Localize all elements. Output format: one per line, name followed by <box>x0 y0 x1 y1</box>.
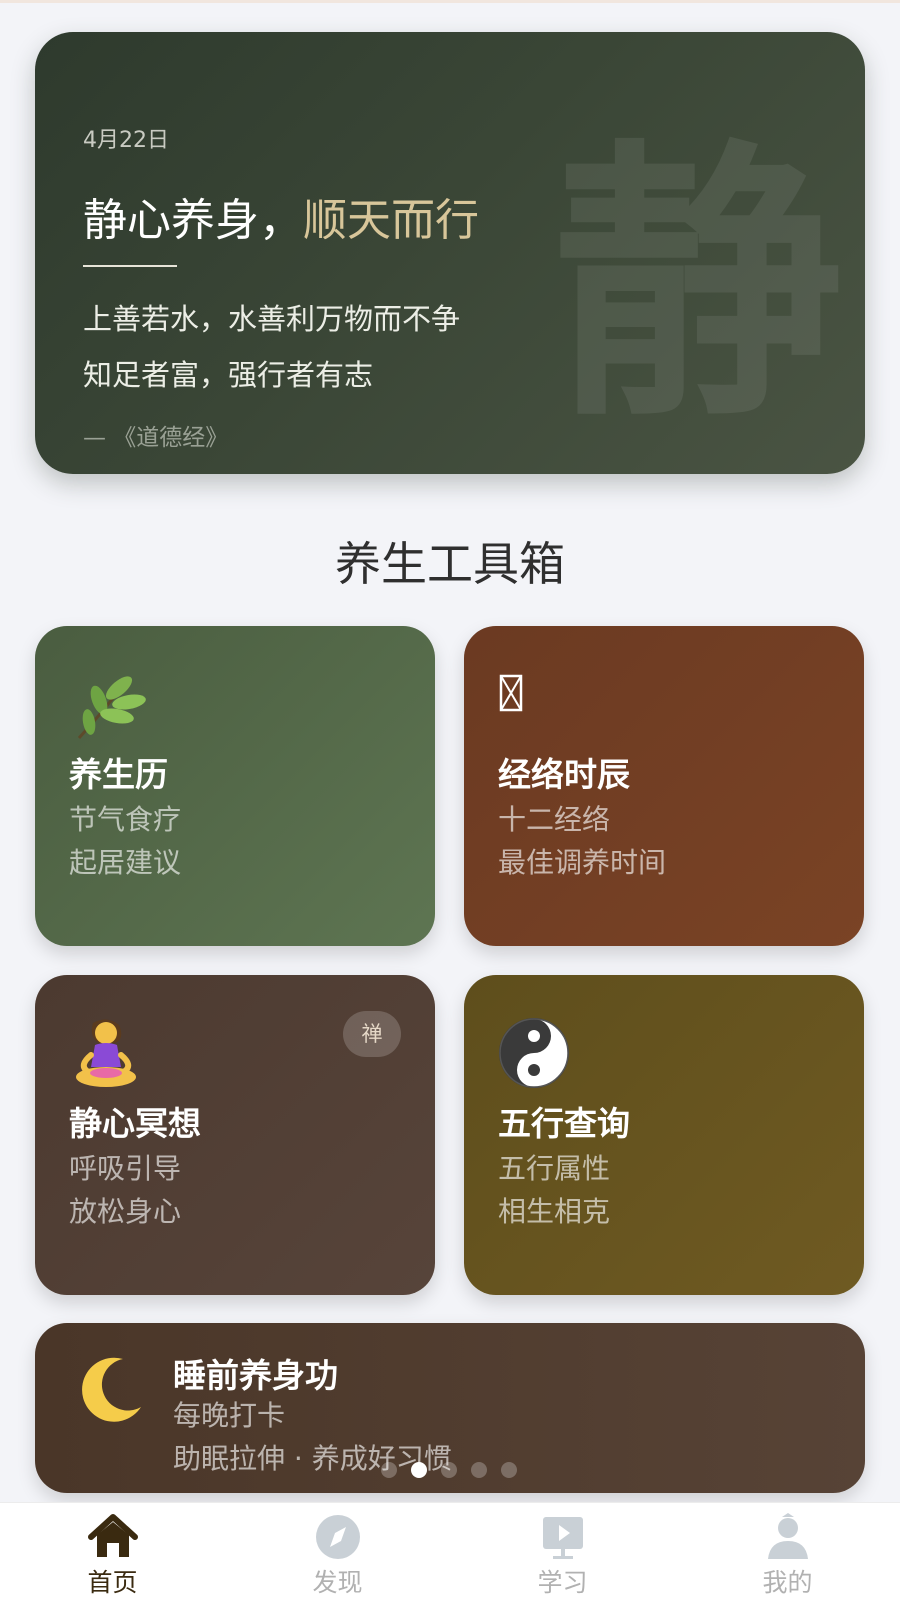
tab-profile[interactable]: 我的 <box>675 1503 900 1601</box>
home-icon <box>87 1513 139 1561</box>
bottom-tab-bar: 首页 发现 学习 我的 <box>0 1502 900 1601</box>
hero-title-accent: 顺天而行 <box>303 195 479 246</box>
zen-badge: 禅 <box>343 1011 401 1057</box>
card-subtitle-2: 最佳调养时间 <box>498 846 667 879</box>
card-subtitle-2: 起居建议 <box>69 846 182 879</box>
card-title: 养生历 <box>69 755 168 794</box>
pager-dot[interactable] <box>501 1462 517 1478</box>
card-subtitle-1: 每晚打卡 <box>173 1399 286 1432</box>
card-subtitle-1: 节气食疗 <box>69 803 182 836</box>
pager-dot-active[interactable] <box>411 1462 427 1478</box>
quote-source: — 《道德经》 <box>83 425 229 451</box>
watermark-character: 静 <box>553 118 843 455</box>
card-subtitle-1: 五行属性 <box>498 1152 611 1185</box>
tab-label: 我的 <box>762 1568 813 1597</box>
tab-label: 发现 <box>312 1568 363 1597</box>
card-title: 经络时辰 <box>498 755 630 794</box>
tab-home[interactable]: 首页 <box>0 1503 225 1601</box>
card-title: 静心冥想 <box>69 1104 201 1143</box>
profile-icon <box>762 1513 814 1561</box>
card-five-elements[interactable]: 五行查询 五行属性 相生相克 <box>464 975 864 1295</box>
section-title: 养生工具箱 <box>335 537 565 591</box>
card-subtitle-2: 放松身心 <box>69 1195 182 1228</box>
carousel-pager <box>381 1462 517 1478</box>
tab-study[interactable]: 学习 <box>450 1503 675 1601</box>
card-title: 五行查询 <box>498 1104 630 1143</box>
meditation-person-icon <box>69 1015 149 1095</box>
date-label: 4月22日 <box>83 128 169 153</box>
pager-dot[interactable] <box>441 1462 457 1478</box>
tab-label: 首页 <box>87 1568 138 1597</box>
card-subtitle-1: 呼吸引导 <box>69 1152 182 1185</box>
pager-dot[interactable] <box>381 1462 397 1478</box>
hero-title-main: 静心养身， <box>83 195 303 246</box>
pager-dot[interactable] <box>471 1462 487 1478</box>
hero-title: 静心养身，顺天而行 <box>83 184 479 248</box>
study-board-icon <box>537 1513 589 1561</box>
daily-quote-card[interactable]: 静 4月22日 静心养身，顺天而行 上善若水，水善利万物而不争 知足者富，强行者… <box>35 32 865 474</box>
yin-yang-icon <box>498 1015 578 1095</box>
card-title: 睡前养身功 <box>173 1356 338 1395</box>
tab-label: 学习 <box>537 1568 588 1597</box>
card-health-calendar[interactable]: 养生历 节气食疗 起居建议 <box>35 626 435 946</box>
crescent-moon-icon <box>73 1353 147 1427</box>
card-meridian-hours[interactable]: 经络时辰 十二经络 最佳调养时间 <box>464 626 864 946</box>
divider <box>83 265 177 267</box>
quote-line-1: 上善若水，水善利万物而不争 <box>83 302 461 336</box>
top-edge <box>0 0 900 3</box>
tab-discover[interactable]: 发现 <box>225 1503 450 1601</box>
card-subtitle-2: 相生相克 <box>498 1195 611 1228</box>
card-meditation[interactable]: 禅 静心冥想 呼吸引导 放松身心 <box>35 975 435 1295</box>
compass-icon <box>312 1513 364 1561</box>
missing-glyph-icon <box>498 666 578 746</box>
leaf-icon <box>69 666 149 746</box>
quote-line-2: 知足者富，强行者有志 <box>83 358 374 392</box>
card-subtitle-1: 十二经络 <box>498 803 611 836</box>
